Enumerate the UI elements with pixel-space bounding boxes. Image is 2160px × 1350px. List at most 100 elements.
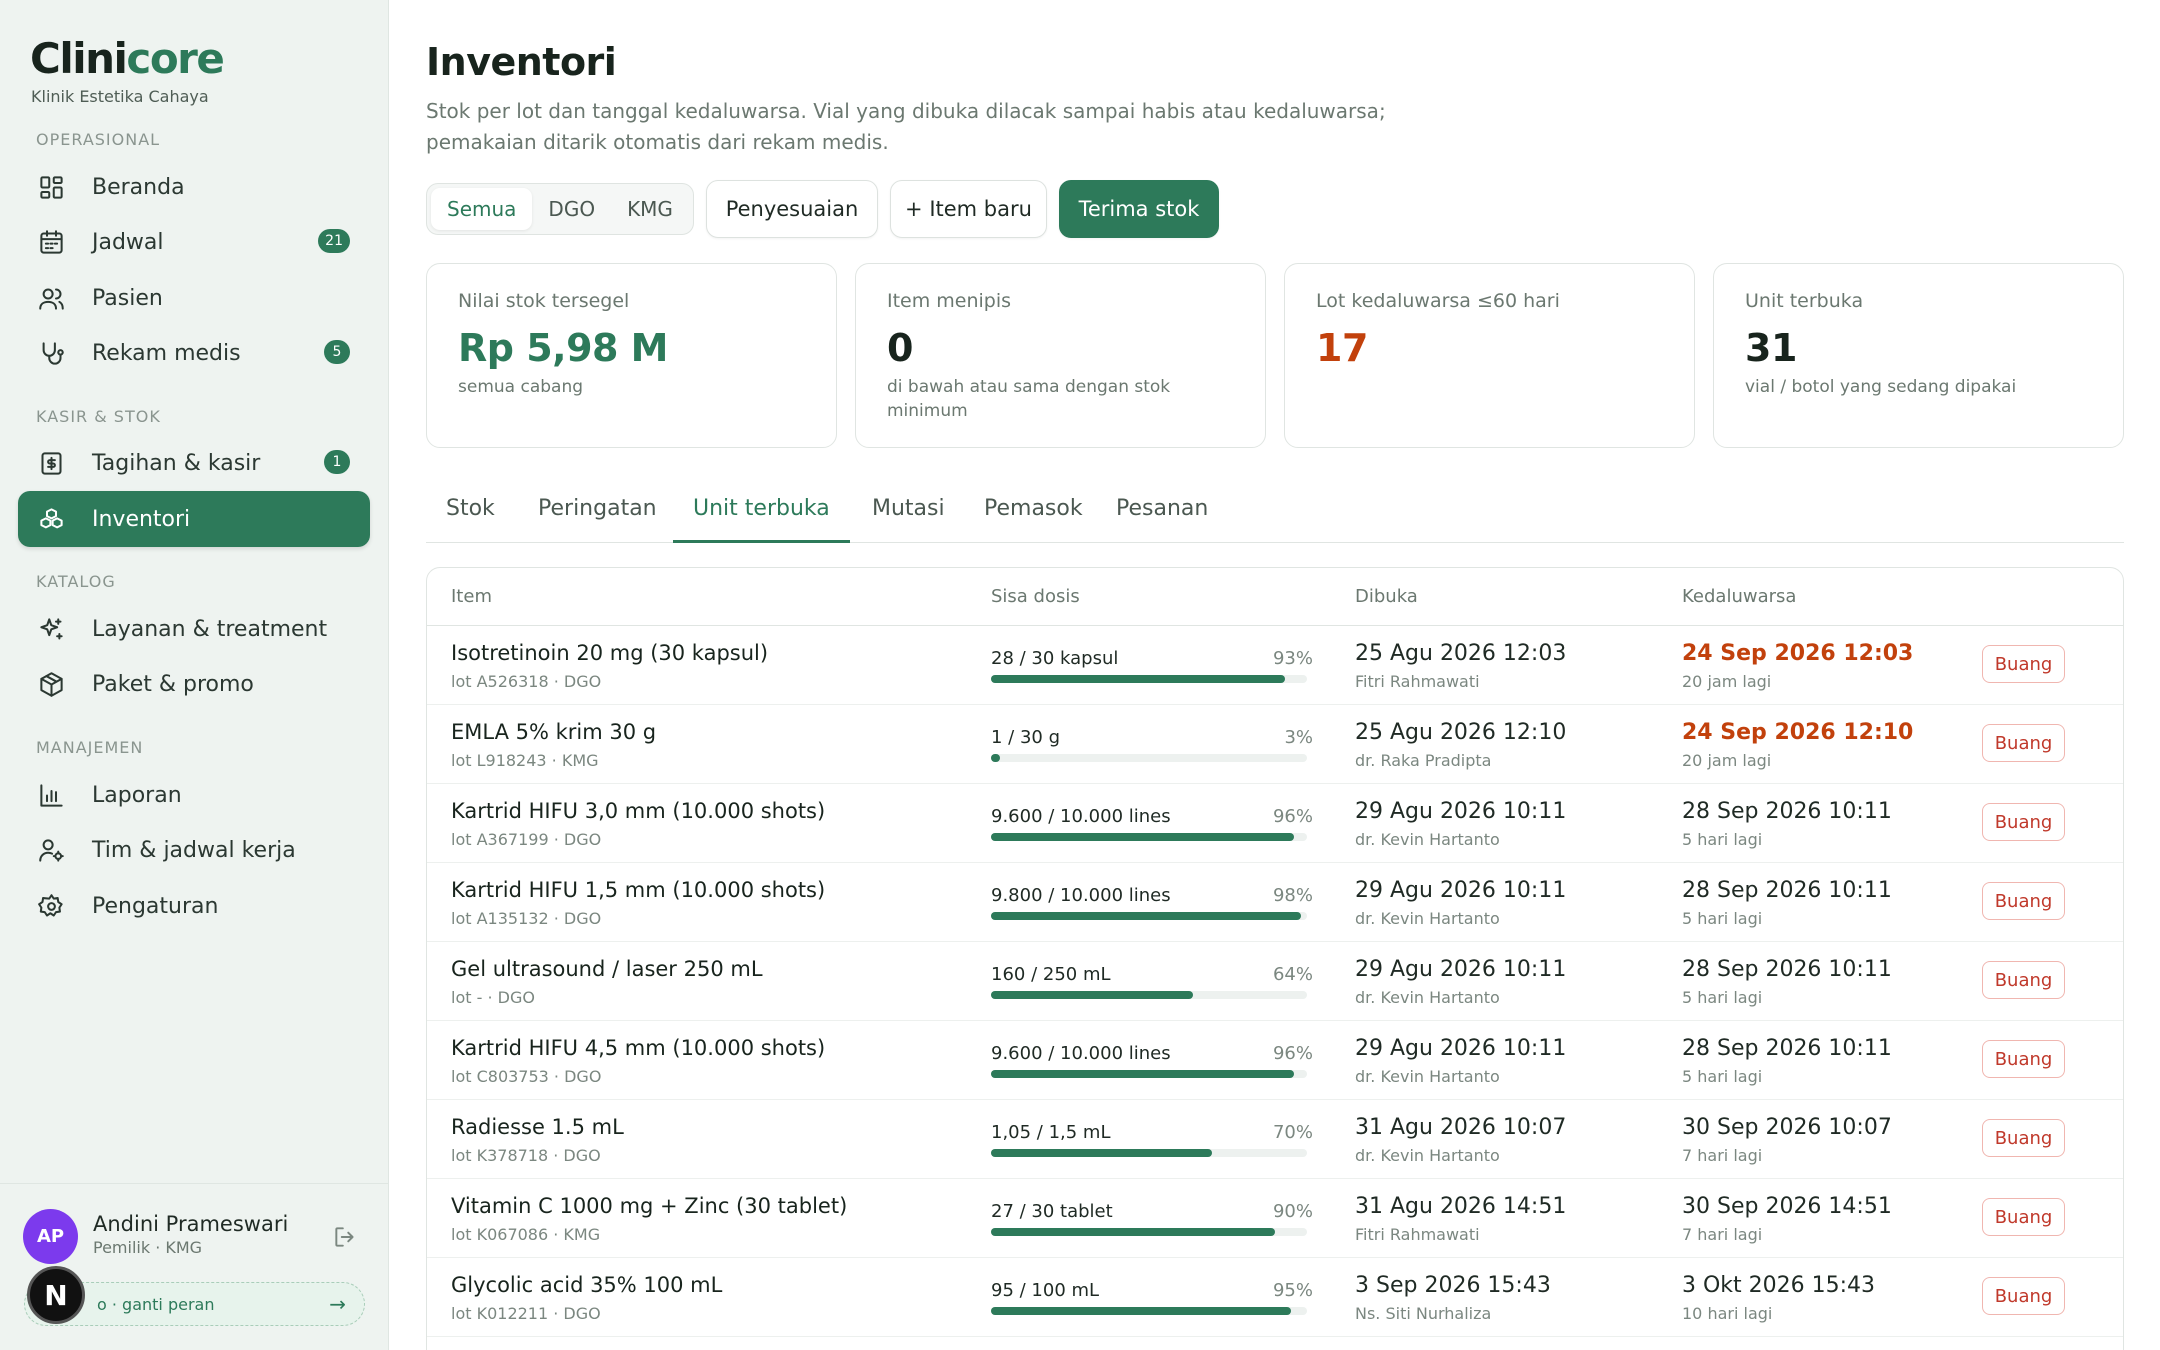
opened-by: Fitri Rahmawati (1355, 672, 1480, 691)
sidebar-item-jadwal[interactable]: Jadwal 21 (18, 214, 370, 270)
table-row[interactable]: EMLA 5% krim 30 g lot L918243 · KMG 1 / 30… (427, 705, 2123, 784)
sidebar-item-rekam-medis[interactable]: Rekam medis 5 (18, 325, 370, 381)
tab-pemasok[interactable]: Pemasok (964, 484, 1103, 543)
remaining-percent: 70% (1272, 1122, 1313, 1143)
discard-button[interactable]: Buang (1982, 803, 2065, 841)
remaining-percent: 64% (1272, 964, 1313, 985)
branch-filter: Semua DGO KMG (426, 183, 694, 235)
remaining-dose: 27 / 30 tablet (991, 1201, 1113, 1222)
opened-by: dr. Kevin Hartanto (1355, 830, 1500, 849)
adjustment-button[interactable]: Penyesuaian (706, 180, 878, 238)
dev-tools-badge[interactable]: N (27, 1266, 85, 1324)
tab-peringatan[interactable]: Peringatan (518, 484, 677, 543)
sidebar-item-tagihan[interactable]: Tagihan & kasir 1 (18, 435, 370, 491)
brand-logo[interactable]: Clinicore (30, 34, 225, 83)
clinic-name: Klinik Estetika Cahaya (31, 87, 209, 106)
table-row[interactable]: Kartrid HIFU 4,5 mm (10.000 shots) lot C8… (427, 1021, 2123, 1100)
discard-button[interactable]: Buang (1982, 1040, 2065, 1078)
expiry-date: 30 Sep 2026 14:51 (1682, 1194, 1892, 1219)
nav-section-operasional: OPERASIONAL (36, 130, 161, 149)
sidebar-item-label: Tim & jadwal kerja (92, 837, 296, 863)
opened-date: 3 Sep 2026 15:43 (1355, 1273, 1551, 1298)
stat-value: 31 (1745, 326, 1797, 370)
stat-value: 0 (887, 326, 913, 370)
arrow-right-icon: → (329, 1292, 346, 1316)
remaining-dose: 9.600 / 10.000 lines (991, 806, 1171, 827)
sidebar-item-paket[interactable]: Paket & promo (18, 656, 370, 712)
new-item-button[interactable]: + Item baru (890, 180, 1047, 238)
column-header-opened: Dibuka (1355, 586, 1418, 607)
receive-stock-button[interactable]: Terima stok (1059, 180, 1219, 238)
remaining-dose: 1,05 / 1,5 mL (991, 1122, 1111, 1143)
discard-button[interactable]: Buang (1982, 1198, 2065, 1236)
remaining-progress-fill (991, 1307, 1291, 1315)
discard-button[interactable]: Buang (1982, 961, 2065, 999)
main-content: Inventori Stok per lot dan tanggal kedal… (389, 0, 2160, 1350)
brand-name-part2: core (126, 34, 224, 83)
discard-button[interactable]: Buang (1982, 882, 2065, 920)
item-name: Isotretinoin 20 mg (30 kapsul) (451, 641, 769, 665)
discard-button[interactable]: Buang (1982, 1119, 2065, 1157)
logout-icon[interactable] (332, 1224, 358, 1250)
stat-card-sealed-value: Nilai stok tersegel Rp 5,98 M semua caba… (426, 263, 837, 448)
item-lot: lot K378718 · DGO (451, 1146, 601, 1165)
tab-pesanan[interactable]: Pesanan (1096, 484, 1228, 543)
discard-button[interactable]: Buang (1982, 1277, 2065, 1315)
user-cog-icon (36, 835, 66, 865)
table-row[interactable]: Vitamin C 1000 mg + Zinc (30 tablet) lot … (427, 1179, 2123, 1258)
item-lot: lot - · DGO (451, 988, 535, 1007)
filter-semua[interactable]: Semua (431, 188, 533, 230)
remaining-progress-fill (991, 675, 1285, 683)
expiry-date: 28 Sep 2026 10:11 (1682, 799, 1892, 824)
remaining-progress-bar (991, 1149, 1307, 1157)
table-row[interactable]: Radiesse 1.5 mL lot K378718 · DGO 1,05 / 1… (427, 1100, 2123, 1179)
sidebar-item-inventori[interactable]: Inventori (18, 491, 370, 547)
table-row[interactable]: Glycolic acid 35% 100 mL lot K012211 · DG… (427, 1258, 2123, 1337)
tab-unit-terbuka[interactable]: Unit terbuka (673, 484, 850, 543)
sidebar-item-pengaturan[interactable]: Pengaturan (18, 878, 370, 934)
column-header-item: Item (451, 586, 492, 607)
opened-by: Fitri Rahmawati (1355, 1225, 1480, 1244)
expiry-relative: 7 hari lagi (1682, 1146, 1763, 1165)
table-row[interactable]: Kartrid HIFU 1,5 mm (10.000 shots) lot A1… (427, 863, 2123, 942)
table-row[interactable]: Kartrid HIFU 3,0 mm (10.000 shots) lot A3… (427, 784, 2123, 863)
table-row[interactable]: Gel ultrasound / laser 250 mL lot - · DGO… (427, 942, 2123, 1021)
brand-name-part1: Clini (30, 34, 128, 83)
opened-date: 29 Agu 2026 10:11 (1355, 878, 1567, 903)
item-lot: lot C803753 · DGO (451, 1067, 602, 1086)
filter-dgo[interactable]: DGO (532, 188, 611, 230)
discard-button[interactable]: Buang (1982, 724, 2065, 762)
filter-kmg[interactable]: KMG (611, 188, 689, 230)
opened-date: 29 Agu 2026 10:11 (1355, 799, 1567, 824)
expiry-relative: 10 hari lagi (1682, 1304, 1773, 1323)
sidebar-item-layanan[interactable]: Layanan & treatment (18, 601, 370, 657)
sidebar-item-tim[interactable]: Tim & jadwal kerja (18, 822, 370, 878)
stethoscope-icon (36, 338, 66, 368)
remaining-percent: 90% (1272, 1201, 1313, 1222)
remaining-dose: 95 / 100 mL (991, 1280, 1100, 1301)
opened-by: dr. Kevin Hartanto (1355, 1146, 1500, 1165)
tab-mutasi[interactable]: Mutasi (852, 484, 965, 543)
sidebar-item-pasien[interactable]: Pasien (18, 270, 370, 326)
item-lot: lot L918243 · KMG (451, 751, 599, 770)
item-lot: lot K067086 · KMG (451, 1225, 601, 1244)
gear-icon (36, 891, 66, 921)
sidebar-item-laporan[interactable]: Laporan (18, 767, 370, 823)
sidebar-item-beranda[interactable]: Beranda (18, 159, 370, 215)
avatar[interactable]: AP (23, 1209, 78, 1264)
expiry-relative: 5 hari lagi (1682, 988, 1763, 1007)
page-description: Stok per lot dan tanggal kedaluwarsa. Vi… (426, 99, 1386, 154)
sidebar-item-label: Jadwal (92, 229, 164, 255)
table-row[interactable]: Isotretinoin 20 mg (30 kapsul) lot A52631… (427, 626, 2123, 705)
sidebar: Clinicore Klinik Estetika Cahaya OPERASI… (0, 0, 389, 1350)
item-name: Glycolic acid 35% 100 mL (451, 1273, 723, 1297)
expiry-relative: 7 hari lagi (1682, 1225, 1763, 1244)
column-header-remaining-dose: Sisa dosis (991, 586, 1080, 607)
remaining-progress-fill (991, 1149, 1212, 1157)
item-lot: lot A526318 · DGO (451, 672, 602, 691)
tab-stok[interactable]: Stok (426, 484, 515, 543)
remaining-progress-fill (991, 991, 1193, 999)
discard-button[interactable]: Buang (1982, 645, 2065, 683)
stat-note: di bawah atau sama dengan stok minimum (887, 377, 1171, 421)
grid-icon (36, 172, 66, 202)
